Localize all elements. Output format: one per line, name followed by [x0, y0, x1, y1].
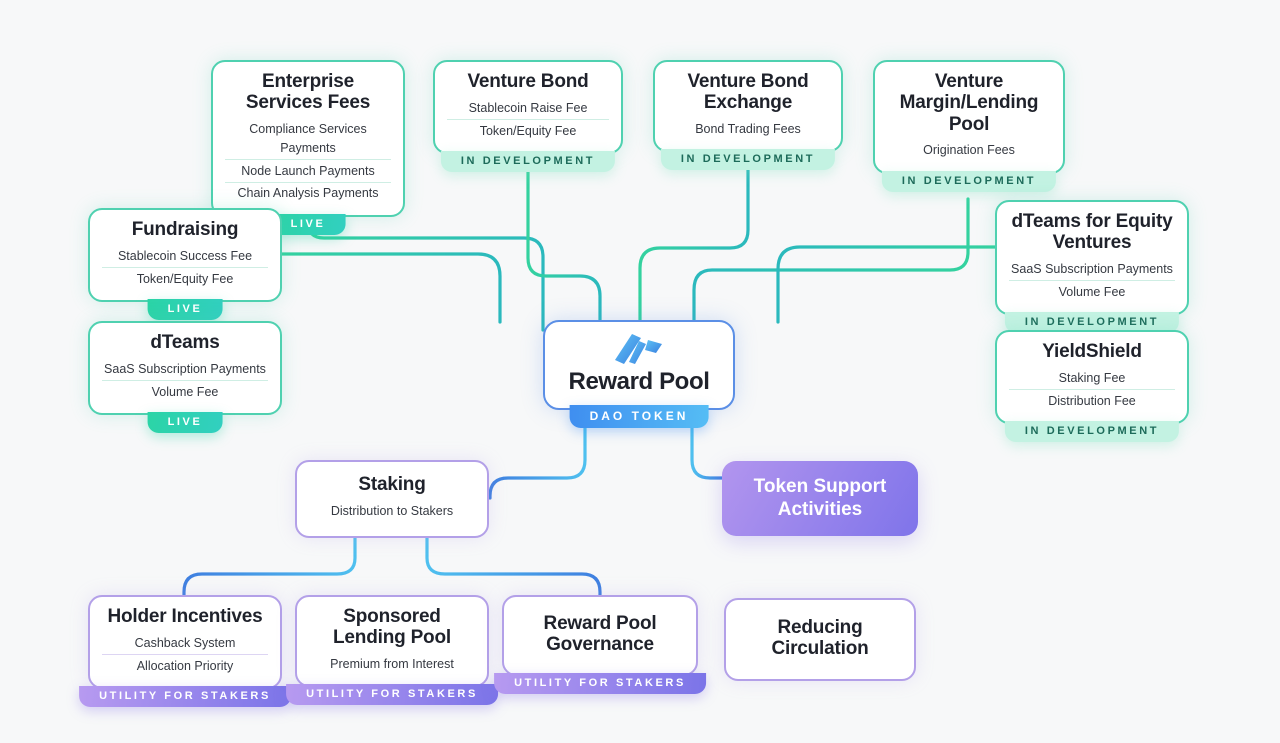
card-enterprise-services-fees[interactable]: Enterprise Services Fees Compliance Serv… — [211, 60, 405, 235]
node-sub: Cashback System — [134, 635, 236, 650]
node-sub: Distribution to Stakers — [330, 503, 454, 518]
status-badge-in-development: IN DEVELOPMENT — [881, 170, 1057, 192]
status-badge-utility: UTILITY FOR STAKERS — [494, 672, 706, 694]
node-title: Staking — [358, 474, 426, 495]
node-sub: SaaS Subscription Payments — [1011, 262, 1173, 277]
card-reward-pool-governance[interactable]: Reward Pool Governance UTILITY FOR STAKE… — [494, 595, 706, 694]
node-sub: Premium from Interest — [330, 657, 454, 672]
node-yieldshield[interactable]: YieldShield Staking Fee Distribution Fee… — [995, 330, 1189, 442]
status-badge-in-development: IN DEVELOPMENT — [440, 150, 616, 172]
node-holder-incentives[interactable]: Holder Incentives Cashback System Alloca… — [79, 595, 291, 707]
node-sub: Compliance Services Payments — [249, 122, 367, 155]
node-enterprise-services-fees[interactable]: Enterprise Services Fees Compliance Serv… — [211, 60, 405, 235]
node-title: Enterprise Services Fees — [245, 71, 371, 114]
status-badge-utility: UTILITY FOR STAKERS — [79, 685, 291, 707]
card-holder-incentives[interactable]: Holder Incentives Cashback System Alloca… — [79, 595, 291, 707]
node-title: YieldShield — [1042, 341, 1142, 362]
node-title: dTeams for Equity Ventures — [1011, 211, 1173, 254]
node-sub: Allocation Priority — [102, 654, 268, 677]
node-venture-margin-lending-pool[interactable]: Venture Margin/Lending Pool Origination … — [873, 60, 1065, 192]
node-sublist: Staking Fee Distribution Fee — [1009, 367, 1175, 412]
node-sublist: Stablecoin Success Fee Token/Equity Fee — [102, 245, 268, 290]
node-sublist: Cashback System Allocation Priority — [102, 632, 268, 677]
node-sub: Bond Trading Fees — [695, 122, 801, 137]
node-title: Reward Pool Governance — [543, 613, 657, 656]
node-title: Holder Incentives — [107, 606, 263, 627]
node-sub: Volume Fee — [1009, 280, 1175, 303]
status-badge-live: LIVE — [147, 298, 223, 320]
status-badge-in-development: IN DEVELOPMENT — [1004, 420, 1180, 442]
card-yieldshield[interactable]: YieldShield Staking Fee Distribution Fee… — [995, 330, 1189, 442]
status-badge-live: LIVE — [147, 411, 223, 433]
node-sub: Volume Fee — [102, 380, 268, 403]
card-reducing-circulation[interactable]: Reducing Circulation — [724, 598, 916, 681]
status-badge-utility: UTILITY FOR STAKERS — [286, 684, 498, 706]
node-title: Venture Bond Exchange — [687, 71, 809, 114]
node-dteams-for-equity-ventures[interactable]: dTeams for Equity Ventures SaaS Subscrip… — [995, 200, 1189, 334]
node-sub: Distribution Fee — [1009, 389, 1175, 412]
node-title: Reducing Circulation — [771, 617, 869, 660]
node-title: Sponsored Lending Pool — [333, 606, 451, 649]
node-sub: Chain Analysis Payments — [225, 181, 391, 205]
node-sublist: Stablecoin Raise Fee Token/Equity Fee — [447, 97, 609, 142]
card-dteams-for-equity-ventures[interactable]: dTeams for Equity Ventures SaaS Subscrip… — [995, 200, 1189, 334]
node-sub: Origination Fees — [923, 143, 1015, 158]
node-sublist: SaaS Subscription Payments Volume Fee — [102, 358, 268, 403]
node-staking[interactable]: Staking Distribution to Stakers — [295, 460, 489, 539]
node-title: Venture Margin/Lending Pool — [899, 71, 1039, 135]
card-staking[interactable]: Staking Distribution to Stakers — [295, 460, 489, 539]
card-dteams[interactable]: dTeams SaaS Subscription Payments Volume… — [88, 321, 282, 433]
node-venture-bond-exchange[interactable]: Venture Bond Exchange Bond Trading Fees … — [653, 60, 843, 171]
card-fundraising[interactable]: Fundraising Stablecoin Success Fee Token… — [88, 208, 282, 320]
reward-pool-logo-icon — [555, 332, 723, 366]
node-dteams[interactable]: dTeams SaaS Subscription Payments Volume… — [88, 321, 282, 433]
card-venture-bond[interactable]: Venture Bond Stablecoin Raise Fee Token/… — [433, 60, 623, 172]
card-sponsored-lending-pool[interactable]: Sponsored Lending Pool Premium from Inte… — [286, 595, 498, 706]
hub-title: Reward Pool — [568, 368, 710, 395]
node-reducing-circulation[interactable]: Reducing Circulation — [724, 598, 916, 681]
node-title: Fundraising — [131, 219, 239, 240]
node-token-support-activities[interactable]: Token Support Activities — [722, 461, 918, 536]
node-sponsored-lending-pool[interactable]: Sponsored Lending Pool Premium from Inte… — [286, 595, 498, 706]
node-sublist: SaaS Subscription Payments Volume Fee — [1009, 259, 1175, 304]
node-title: Venture Bond — [467, 71, 589, 92]
node-sub: Stablecoin Success Fee — [117, 248, 253, 263]
card-venture-bond-exchange[interactable]: Venture Bond Exchange Bond Trading Fees … — [653, 60, 843, 171]
node-sublist: Premium from Interest — [309, 654, 475, 676]
node-sublist: Origination Fees — [887, 140, 1051, 162]
node-reward-pool-hub[interactable]: Reward Pool DAO TOKEN — [543, 320, 735, 428]
node-title: Token Support Activities — [753, 475, 887, 520]
status-badge-in-development: IN DEVELOPMENT — [660, 149, 836, 171]
node-sub: Staking Fee — [1058, 370, 1126, 385]
node-sub: Node Launch Payments — [225, 159, 391, 182]
node-venture-bond[interactable]: Venture Bond Stablecoin Raise Fee Token/… — [433, 60, 623, 172]
card-venture-margin-lending-pool[interactable]: Venture Margin/Lending Pool Origination … — [873, 60, 1065, 192]
node-sublist: Distribution to Stakers — [309, 500, 475, 522]
node-fundraising[interactable]: Fundraising Stablecoin Success Fee Token… — [88, 208, 282, 320]
status-badge-dao-token: DAO TOKEN — [569, 405, 709, 428]
diagram-canvas: Enterprise Services Fees Compliance Serv… — [0, 0, 1280, 743]
node-sub: Token/Equity Fee — [102, 267, 268, 290]
node-sublist: Compliance Services Payments Node Launch… — [225, 119, 391, 205]
node-reward-pool-governance[interactable]: Reward Pool Governance UTILITY FOR STAKE… — [494, 595, 706, 694]
node-sublist: Bond Trading Fees — [667, 119, 829, 141]
node-sub: Stablecoin Raise Fee — [468, 100, 588, 115]
node-sub: Token/Equity Fee — [447, 119, 609, 142]
node-title: dTeams — [150, 332, 220, 353]
node-sub: SaaS Subscription Payments — [104, 361, 266, 376]
